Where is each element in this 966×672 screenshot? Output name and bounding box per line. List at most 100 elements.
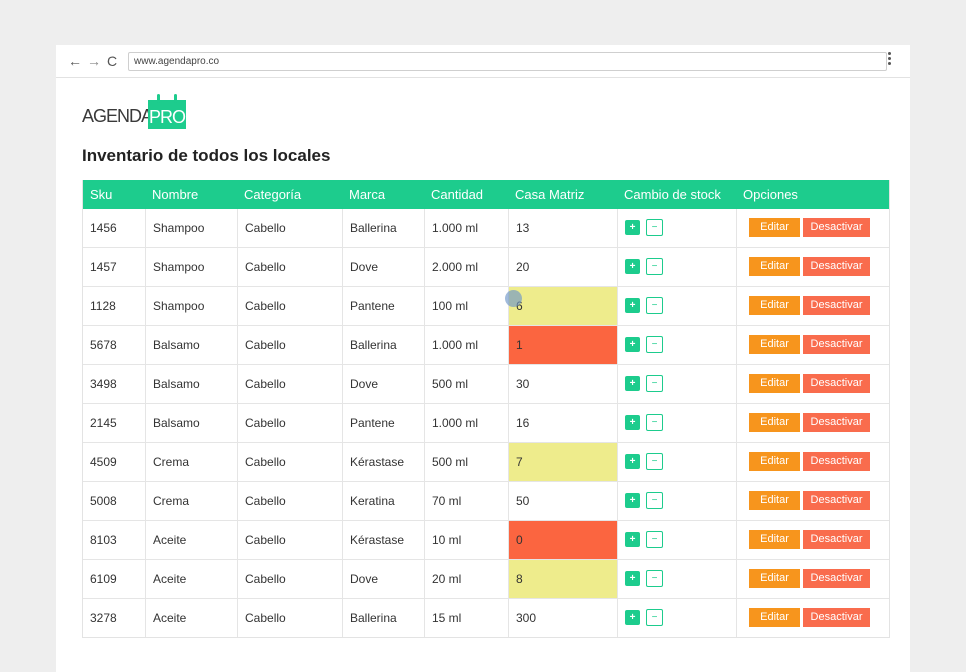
decrease-stock-button[interactable]: − bbox=[646, 296, 663, 314]
edit-button[interactable]: Editar bbox=[749, 296, 800, 316]
deactivate-button[interactable]: Desactivar bbox=[803, 413, 870, 433]
deactivate-button[interactable]: Desactivar bbox=[803, 530, 870, 550]
table-row: 6109 Aceite Cabello Dove 20 ml 8 + − Editar Desac… bbox=[83, 559, 889, 598]
categoria-cell: Cabello bbox=[237, 248, 342, 286]
edit-button[interactable]: Editar bbox=[749, 335, 800, 355]
stock-change-cell: + − bbox=[617, 521, 736, 559]
decrease-stock-button[interactable]: − bbox=[646, 608, 663, 626]
increase-stock-button[interactable]: + bbox=[625, 336, 640, 352]
options-cell: Editar Desactivar bbox=[736, 209, 889, 247]
deactivate-button[interactable]: Desactivar bbox=[803, 452, 870, 472]
logo-agenda-text: AGENDA bbox=[82, 106, 153, 126]
marca-cell: Kérastase bbox=[342, 521, 424, 559]
decrease-stock-button[interactable]: − bbox=[646, 218, 663, 236]
header-opciones: Opciones bbox=[743, 187, 798, 202]
edit-button[interactable]: Editar bbox=[749, 218, 800, 238]
increase-stock-button[interactable]: + bbox=[625, 453, 640, 469]
sku-cell: 1456 bbox=[90, 221, 117, 235]
header-sku: Sku bbox=[90, 187, 113, 202]
options-cell: Editar Desactivar bbox=[736, 482, 889, 520]
decrease-stock-button[interactable]: − bbox=[646, 257, 663, 275]
casa-matriz-cell: 16 bbox=[508, 404, 617, 442]
decrease-stock-button[interactable]: − bbox=[646, 569, 663, 587]
increase-stock-button[interactable]: + bbox=[625, 258, 640, 274]
table-row: 1456 Shampoo Cabello Ballerina 1.000 ml 13 + − E… bbox=[83, 209, 889, 247]
stock-change-cell: + − bbox=[617, 248, 736, 286]
edit-button[interactable]: Editar bbox=[749, 608, 800, 628]
increase-stock-button[interactable]: + bbox=[625, 375, 640, 391]
table-body: 1456 Shampoo Cabello Ballerina 1.000 ml 13 + − E… bbox=[83, 209, 889, 637]
stock-change-cell: + − bbox=[617, 287, 736, 325]
deactivate-button[interactable]: Desactivar bbox=[803, 608, 870, 628]
reload-icon[interactable]: C bbox=[107, 53, 117, 69]
categoria-cell: Cabello bbox=[237, 443, 342, 481]
decrease-stock-button[interactable]: − bbox=[646, 335, 663, 353]
header-cantidad: Cantidad bbox=[431, 187, 484, 202]
nombre-cell: Balsamo bbox=[145, 365, 237, 403]
forward-arrow-icon[interactable]: → bbox=[87, 53, 101, 69]
marca-cell: Ballerina bbox=[342, 326, 424, 364]
categoria-cell: Cabello bbox=[237, 209, 342, 247]
logo-pro-calendar-icon: PRO bbox=[148, 94, 186, 129]
edit-button[interactable]: Editar bbox=[749, 257, 800, 277]
sku-cell: 4509 bbox=[90, 455, 117, 469]
deactivate-button[interactable]: Desactivar bbox=[803, 296, 870, 316]
stock-change-cell: + − bbox=[617, 599, 736, 637]
edit-button[interactable]: Editar bbox=[749, 491, 800, 511]
back-arrow-icon[interactable]: ← bbox=[68, 53, 82, 69]
address-bar[interactable]: www.agendapro.co bbox=[128, 52, 887, 71]
cantidad-cell: 100 ml bbox=[424, 287, 508, 325]
edit-button[interactable]: Editar bbox=[749, 374, 800, 394]
edit-button[interactable]: Editar bbox=[749, 569, 800, 589]
options-cell: Editar Desactivar bbox=[736, 365, 889, 403]
options-cell: Editar Desactivar bbox=[736, 248, 889, 286]
decrease-stock-button[interactable]: − bbox=[646, 452, 663, 470]
decrease-stock-button[interactable]: − bbox=[646, 530, 663, 548]
decrease-stock-button[interactable]: − bbox=[646, 413, 663, 431]
table-row: 3278 Aceite Cabello Ballerina 15 ml 300 + − Edit… bbox=[83, 598, 889, 637]
table-row: 3498 Balsamo Cabello Dove 500 ml 30 + − Editar De… bbox=[83, 364, 889, 403]
marca-cell: Dove bbox=[342, 560, 424, 598]
cantidad-cell: 2.000 ml bbox=[424, 248, 508, 286]
deactivate-button[interactable]: Desactivar bbox=[803, 569, 870, 589]
cantidad-cell: 70 ml bbox=[424, 482, 508, 520]
sku-cell: 8103 bbox=[90, 533, 117, 547]
deactivate-button[interactable]: Desactivar bbox=[803, 491, 870, 511]
increase-stock-button[interactable]: + bbox=[625, 531, 640, 547]
deactivate-button[interactable]: Desactivar bbox=[803, 257, 870, 277]
inventory-table: Sku Nombre Categoría Marca Cantidad Casa… bbox=[82, 180, 890, 638]
deactivate-button[interactable]: Desactivar bbox=[803, 335, 870, 355]
decrease-stock-button[interactable]: − bbox=[646, 374, 663, 392]
options-cell: Editar Desactivar bbox=[736, 326, 889, 364]
increase-stock-button[interactable]: + bbox=[625, 609, 640, 625]
header-categoria: Categoría bbox=[244, 187, 302, 202]
marca-cell: Dove bbox=[342, 365, 424, 403]
deactivate-button[interactable]: Desactivar bbox=[803, 218, 870, 238]
categoria-cell: Cabello bbox=[237, 482, 342, 520]
marca-cell: Keratina bbox=[342, 482, 424, 520]
table-row: 8103 Aceite Cabello Kérastase 10 ml 0 + − Editar… bbox=[83, 520, 889, 559]
casa-matriz-cell: 30 bbox=[508, 365, 617, 403]
casa-matriz-cell: 50 bbox=[508, 482, 617, 520]
options-cell: Editar Desactivar bbox=[736, 404, 889, 442]
sku-cell: 1457 bbox=[90, 260, 117, 274]
cantidad-cell: 10 ml bbox=[424, 521, 508, 559]
casa-matriz-cell: 1 bbox=[508, 326, 617, 364]
decrease-stock-button[interactable]: − bbox=[646, 491, 663, 509]
nombre-cell: Aceite bbox=[145, 521, 237, 559]
increase-stock-button[interactable]: + bbox=[625, 414, 640, 430]
edit-button[interactable]: Editar bbox=[749, 530, 800, 550]
edit-button[interactable]: Editar bbox=[749, 413, 800, 433]
nombre-cell: Crema bbox=[145, 443, 237, 481]
deactivate-button[interactable]: Desactivar bbox=[803, 374, 870, 394]
sku-cell: 6109 bbox=[90, 572, 117, 586]
options-cell: Editar Desactivar bbox=[736, 560, 889, 598]
increase-stock-button[interactable]: + bbox=[625, 219, 640, 235]
increase-stock-button[interactable]: + bbox=[625, 492, 640, 508]
kebab-menu-icon[interactable] bbox=[886, 51, 892, 67]
increase-stock-button[interactable]: + bbox=[625, 297, 640, 313]
edit-button[interactable]: Editar bbox=[749, 452, 800, 472]
increase-stock-button[interactable]: + bbox=[625, 570, 640, 586]
table-row: 5008 Crema Cabello Keratina 70 ml 50 + − Editar D… bbox=[83, 481, 889, 520]
cantidad-cell: 500 ml bbox=[424, 365, 508, 403]
